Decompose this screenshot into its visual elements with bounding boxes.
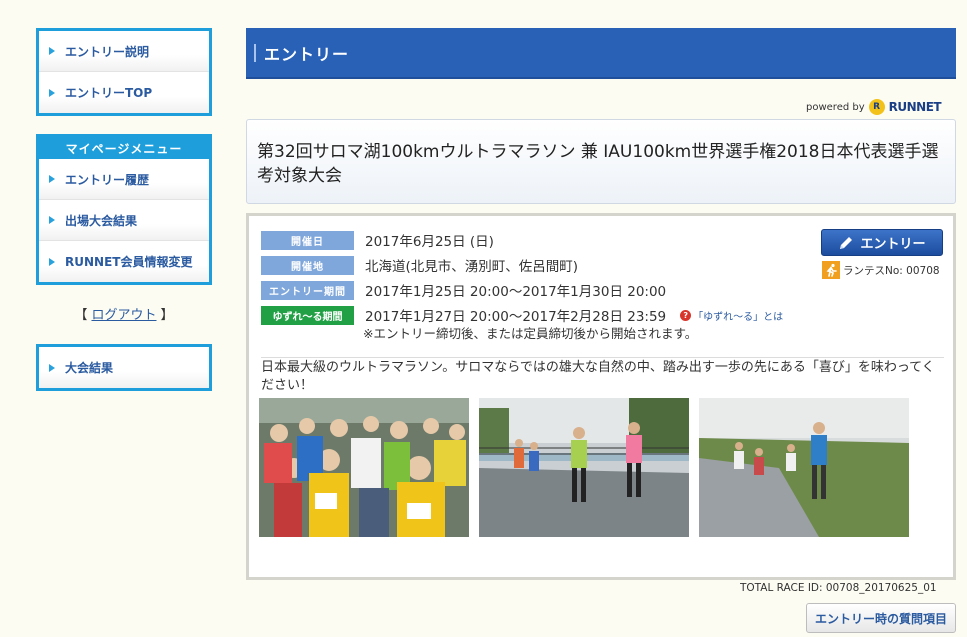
sidebar-item-entry-history[interactable]: エントリー履歴 (39, 159, 209, 200)
powered-by-label: powered by (806, 101, 865, 113)
powered-by: powered by R RUNNET (806, 99, 942, 115)
race-photo-crowd (259, 398, 469, 537)
sidebar-item-entry-top[interactable]: エントリーTOP (39, 72, 209, 113)
logout-area: 【ログアウト】 (36, 304, 212, 323)
info-row-entry-period: エントリー期間 2017年1月25日 20:00〜2017年1月30日 20:0… (261, 280, 666, 300)
entry-questions-button[interactable]: エントリー時の質問項目 (806, 603, 956, 633)
sidebar-item-race-results[interactable]: 出場大会結果 (39, 200, 209, 241)
sidebar-item-label: 出場大会結果 (65, 213, 138, 228)
runnet-logo-icon: R (868, 99, 885, 115)
pencil-icon (840, 236, 853, 249)
sidebar-item-results[interactable]: 大会結果 (39, 347, 209, 388)
runtes-label: ランテスNo: 00708 (843, 264, 940, 277)
info-entry-period-value: 2017年1月25日 20:00〜2017年1月30日 20:00 (365, 284, 667, 300)
race-title-box: 第32回サロマ湖100kmウルトラマラソン 兼 IAU100km世界選手権201… (246, 119, 956, 204)
sidebar-mypage-box: マイページメニュー エントリー履歴 出場大会結果 RUNNET会員情報変更 (36, 134, 212, 285)
race-photo-rural (699, 398, 909, 537)
sidebar-entry-box: エントリー説明 エントリーTOP (36, 28, 212, 116)
sidebar-item-label: エントリー説明 (65, 44, 150, 59)
sidebar-item-entry-guide[interactable]: エントリー説明 (39, 31, 209, 72)
sidebar-item-label: 大会結果 (65, 361, 114, 375)
sidebar-item-member-info[interactable]: RUNNET会員情報変更 (39, 241, 209, 282)
triangle-icon (49, 47, 55, 55)
triangle-icon (49, 216, 55, 224)
race-title: 第32回サロマ湖100kmウルトラマラソン 兼 IAU100km世界選手権201… (257, 142, 939, 186)
info-row-yuzureru-period: ゆずれ〜る期間 2017年1月27日 20:00〜2017年2月28日 23:5… (261, 305, 783, 325)
logout-link[interactable]: ログアウト (91, 308, 156, 323)
triangle-icon (49, 363, 55, 372)
race-info-box: 開催日 2017年6月25日 (日) 開催地 北海道(北見市、湧別町、佐呂間町)… (246, 213, 956, 580)
runner-icon (822, 261, 840, 279)
badge-venue: 開催地 (261, 255, 354, 275)
badge-entry-period: エントリー期間 (261, 280, 354, 300)
info-row-venue: 開催地 北海道(北見市、湧別町、佐呂間町) (261, 255, 578, 275)
sidebar-item-label: エントリーTOP (65, 86, 153, 100)
info-yuzureru-value: 2017年1月27日 20:00〜2017年2月28日 23:59 (365, 309, 667, 325)
runtes-number: ランテスNo: 00708 (822, 261, 940, 279)
title-accent-line (254, 43, 256, 62)
triangle-icon (49, 257, 55, 266)
race-description: 日本最大級のウルトラマラソン。サロマならではの雄大な自然の中、踏み出す一歩の先に… (261, 357, 944, 395)
sidebar-mypage-heading: マイページメニュー (39, 137, 209, 159)
badge-yuzureru-period: ゆずれ〜る期間 (261, 305, 354, 325)
yuzureru-help-label: 「ゆずれ〜る」とは (693, 311, 784, 323)
yuzureru-note: ※エントリー締切後、または定員締切後から開始されます。 (363, 326, 698, 341)
info-date-value: 2017年6月25日 (日) (365, 234, 494, 250)
logout-bracket-open: 【 (74, 308, 88, 323)
info-venue-value: 北海道(北見市、湧別町、佐呂間町) (365, 259, 579, 275)
entry-button[interactable]: エントリー (821, 229, 943, 256)
info-row-date: 開催日 2017年6月25日 (日) (261, 230, 494, 250)
logout-bracket-close: 】 (160, 308, 174, 323)
entry-button-label: エントリー (860, 237, 926, 252)
question-icon: ? (680, 309, 692, 321)
page-title-bar: エントリー (246, 28, 956, 79)
sidebar-item-label: エントリー履歴 (65, 172, 150, 187)
runnet-brand[interactable]: RUNNET (889, 100, 942, 114)
yuzureru-help-link[interactable]: ? 「ゆずれ〜る」とは (680, 308, 783, 323)
total-race-id: TOTAL RACE ID: 00708_20170625_01 (740, 582, 937, 594)
triangle-icon (49, 175, 55, 183)
triangle-icon (49, 88, 55, 97)
race-photo-road (479, 398, 689, 537)
sidebar-item-label: RUNNET会員情報変更 (65, 255, 193, 269)
badge-date: 開催日 (261, 230, 354, 250)
page-title: エントリー (264, 44, 350, 64)
sidebar-results-box: 大会結果 (36, 344, 212, 391)
